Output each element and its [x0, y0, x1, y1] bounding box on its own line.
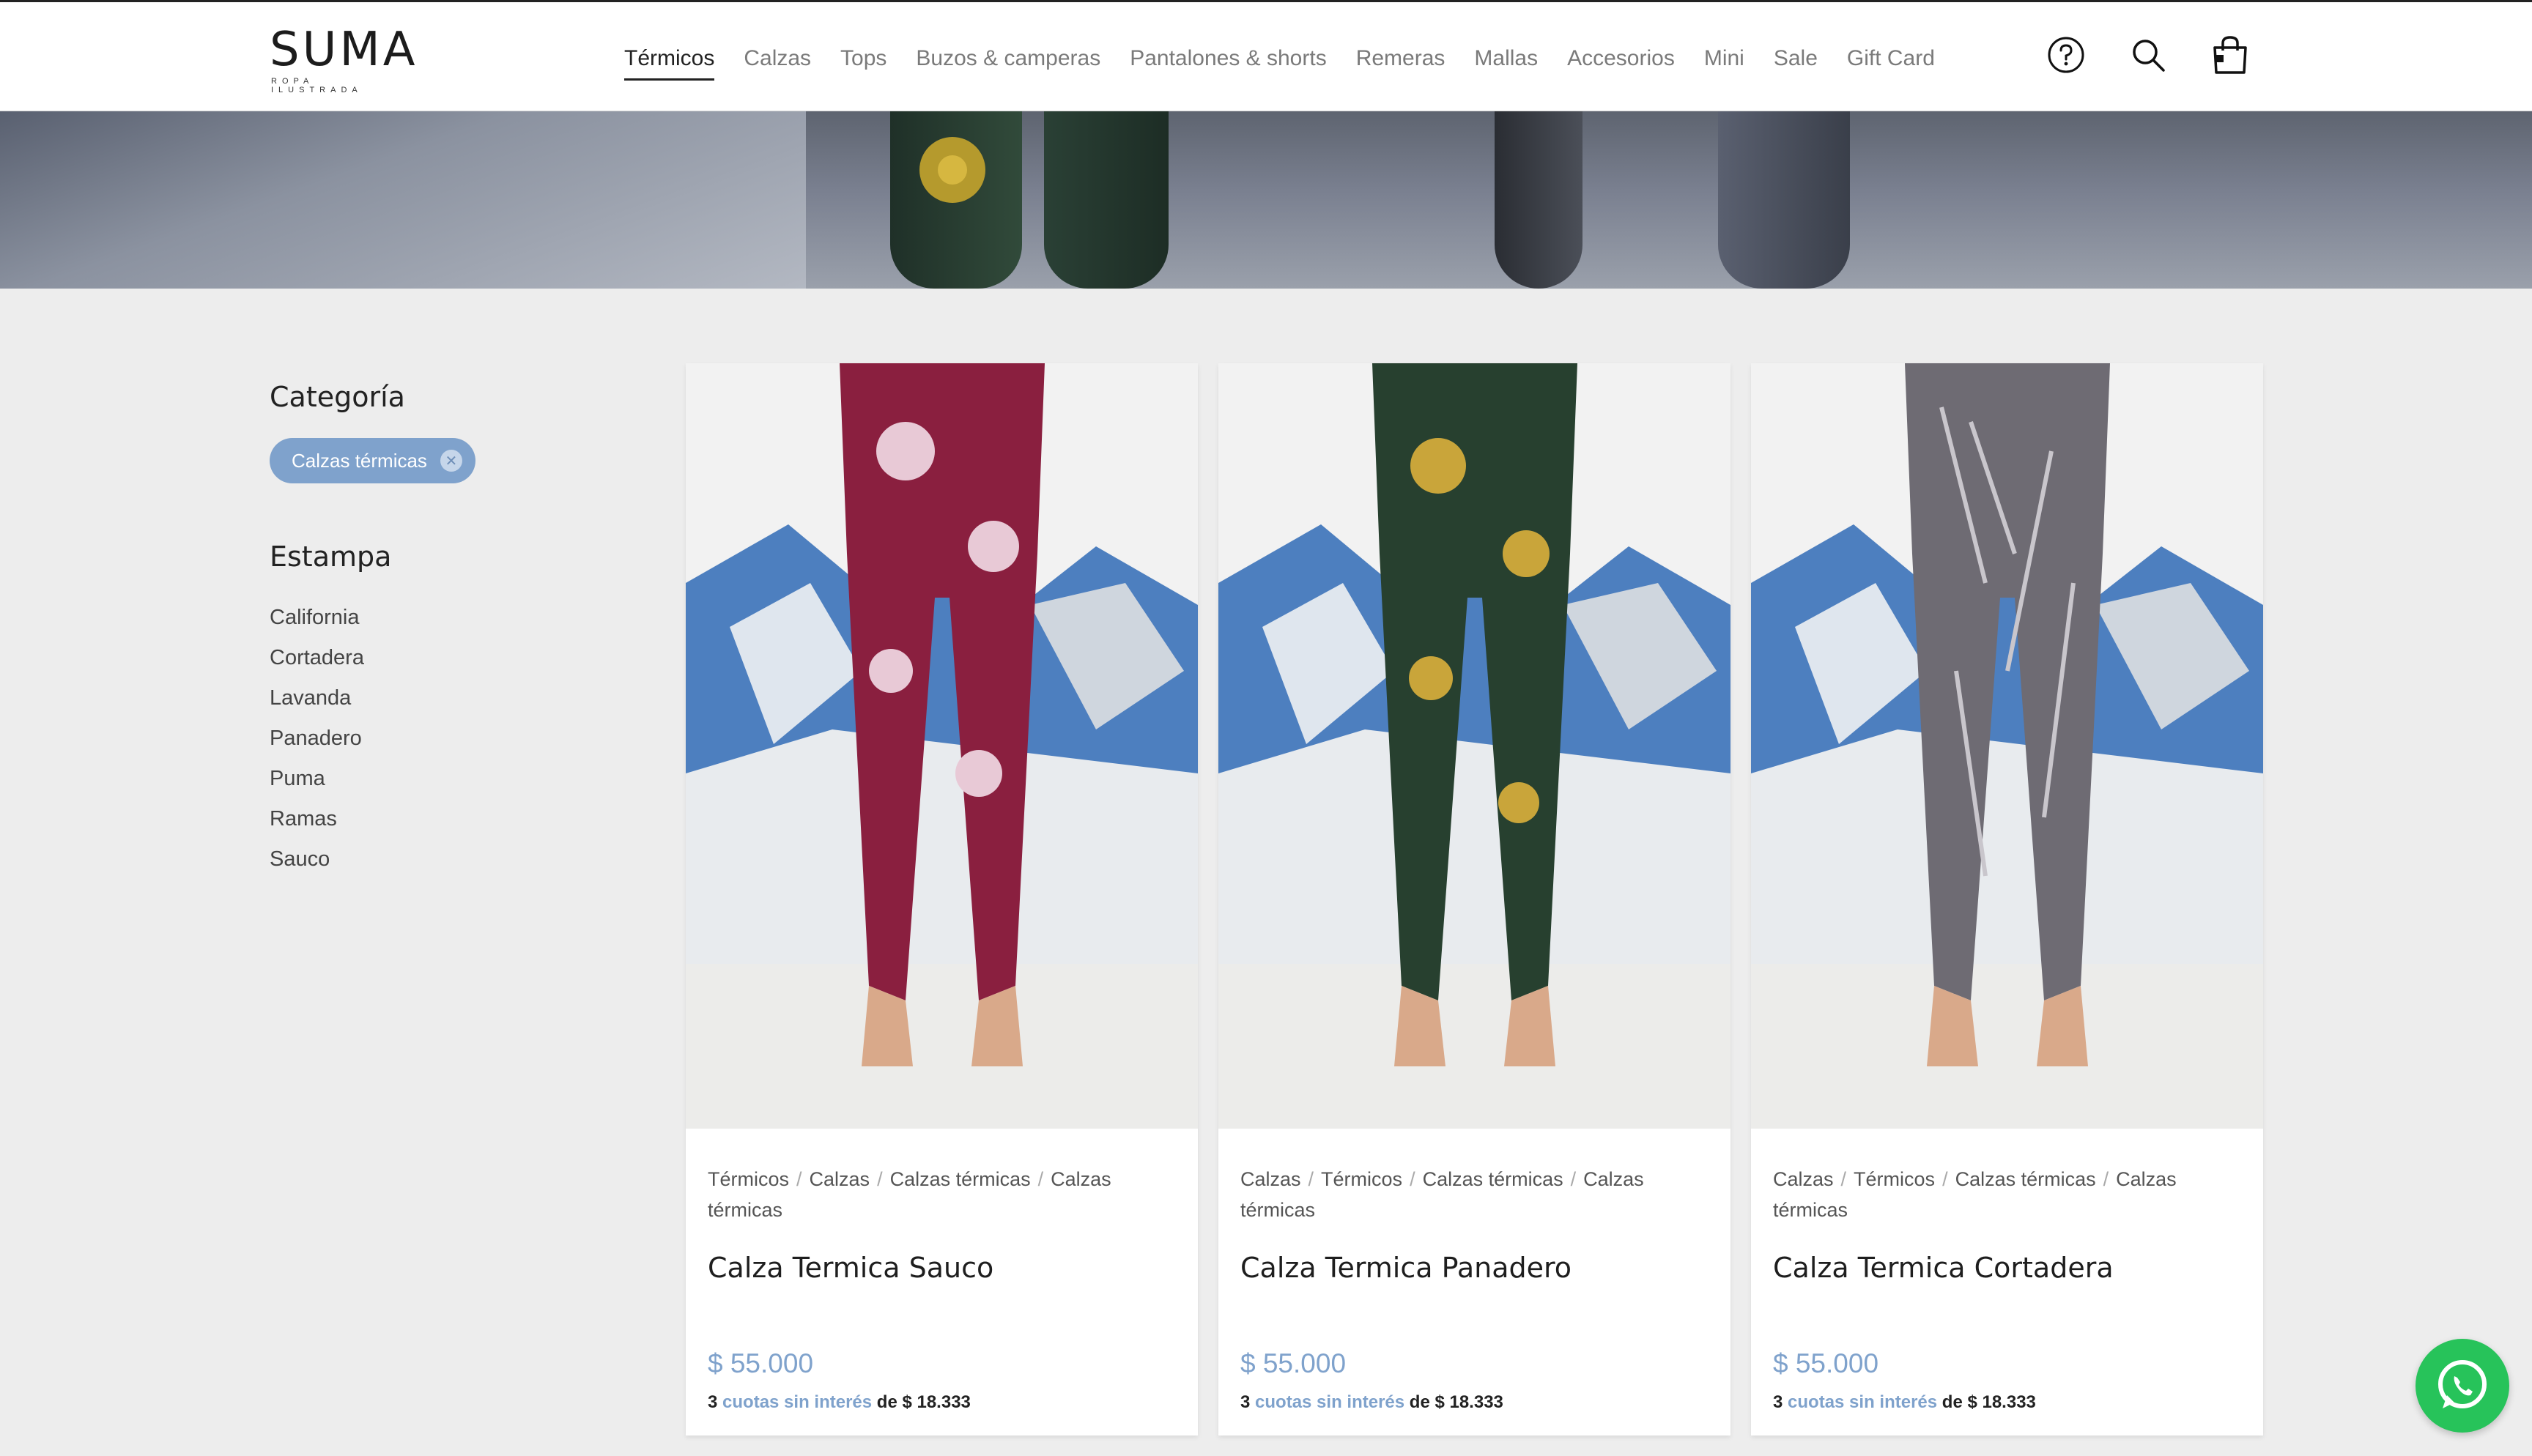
nav-buzos-camperas[interactable]: Buzos & camperas — [916, 39, 1100, 81]
product-breadcrumb: Calzas / Térmicos / Calzas térmicas / Calzas t… — [1773, 1168, 2177, 1221]
filters-sidebar: Categoría Calzas térmicas ✕ Estampa Cali… — [270, 381, 636, 880]
filter-chip-label: Calzas térmicas — [292, 449, 427, 472]
nav-tops[interactable]: Tops — [840, 39, 886, 81]
product-breadcrumb: Térmicos / Calzas / Calzas térmicas / Calzas t… — [708, 1168, 1111, 1221]
installments-count: 3 — [1773, 1392, 1783, 1412]
installments-amount: $ 18.333 — [902, 1392, 971, 1412]
help-icon[interactable] — [2044, 33, 2088, 77]
flower-pattern-icon — [919, 137, 985, 203]
whatsapp-icon — [2438, 1360, 2487, 1408]
nav-pantalones-shorts[interactable]: Pantalones & shorts — [1130, 39, 1327, 81]
hero-banner-image — [0, 111, 2532, 289]
estampa-item[interactable]: Panadero — [270, 718, 636, 759]
product-breadcrumb: Calzas / Térmicos / Calzas térmicas / Calzas t… — [1240, 1168, 1644, 1221]
installments-count: 3 — [708, 1392, 718, 1412]
crumb[interactable]: Térmicos — [1321, 1168, 1402, 1190]
hero-leg — [1495, 111, 1582, 289]
header-icons — [2044, 33, 2252, 77]
installments-amount: $ 18.333 — [1967, 1392, 2036, 1412]
product-image[interactable] — [1218, 363, 1730, 1129]
product-price: $ 55.000 — [1773, 1348, 1879, 1378]
product-price: $ 55.000 — [1240, 1348, 1347, 1378]
installments-amount: $ 18.333 — [1435, 1392, 1503, 1412]
estampa-item[interactable]: Sauco — [270, 839, 636, 880]
estampa-item[interactable]: Cortadera — [270, 638, 636, 678]
logo-tagline: ROPA ILUSTRADA — [271, 77, 363, 94]
product-card[interactable]: Térmicos / Calzas / Calzas térmicas / Calzas t… — [686, 363, 1198, 1435]
crumb[interactable]: Térmicos — [708, 1168, 789, 1190]
nav-calzas[interactable]: Calzas — [744, 39, 811, 81]
cart-icon[interactable] — [2208, 33, 2252, 77]
installments-de: de — [1941, 1392, 1963, 1412]
product-photo — [1218, 363, 1730, 1129]
estampa-title: Estampa — [270, 541, 392, 573]
category-title: Categoría — [270, 381, 405, 413]
crumb[interactable]: Calzas térmicas — [1955, 1168, 2096, 1190]
product-name[interactable]: Calza Termica Panadero — [1240, 1252, 1709, 1284]
product-grid: Térmicos / Calzas / Calzas térmicas / Calzas t… — [686, 363, 2263, 1435]
nav-termicos[interactable]: Térmicos — [624, 39, 715, 81]
whatsapp-button[interactable] — [2416, 1339, 2509, 1433]
active-filter-chip[interactable]: Calzas térmicas ✕ — [270, 438, 475, 483]
search-icon[interactable] — [2126, 33, 2170, 77]
estampa-list: California Cortadera Lavanda Panadero Pu… — [270, 598, 636, 880]
installments-de: de — [1409, 1392, 1430, 1412]
main-nav: Térmicos Calzas Tops Buzos & camperas Pa… — [624, 39, 1964, 81]
site-header: SUMA ROPA ILUSTRADA Térmicos Calzas Tops… — [0, 0, 2532, 111]
estampa-item[interactable]: Ramas — [270, 799, 636, 839]
logo-name: SUMA — [270, 23, 418, 77]
product-photo — [1751, 363, 2263, 1129]
installments-count: 3 — [1240, 1392, 1251, 1412]
crumb[interactable]: Calzas térmicas — [890, 1168, 1031, 1190]
product-name[interactable]: Calza Termica Sauco — [708, 1252, 1176, 1284]
product-price: $ 55.000 — [708, 1348, 814, 1378]
nav-accesorios[interactable]: Accesorios — [1567, 39, 1675, 81]
installments-text: cuotas sin interés — [722, 1392, 873, 1412]
crumb[interactable]: Calzas — [1773, 1168, 1834, 1190]
installments-text: cuotas sin interés — [1255, 1392, 1405, 1412]
product-image[interactable] — [1751, 363, 2263, 1129]
crumb[interactable]: Calzas — [1240, 1168, 1301, 1190]
estampa-item[interactable]: Lavanda — [270, 678, 636, 718]
crumb[interactable]: Calzas térmicas — [1423, 1168, 1563, 1190]
hero-leg — [1718, 111, 1850, 289]
nav-gift-card[interactable]: Gift Card — [1847, 39, 1935, 81]
nav-mini[interactable]: Mini — [1704, 39, 1744, 81]
installments-text: cuotas sin interés — [1788, 1392, 1938, 1412]
nav-sale[interactable]: Sale — [1774, 39, 1818, 81]
crumb[interactable]: Calzas — [810, 1168, 870, 1190]
product-card[interactable]: Calzas / Térmicos / Calzas térmicas / Calzas t… — [1218, 363, 1730, 1435]
nav-remeras[interactable]: Remeras — [1356, 39, 1445, 81]
product-photo — [686, 363, 1198, 1129]
installments-info: 3 cuotas sin interés de $ 18.333 — [1240, 1392, 1503, 1413]
nav-mallas[interactable]: Mallas — [1474, 39, 1538, 81]
hero-leg — [1044, 111, 1169, 289]
product-card[interactable]: Calzas / Térmicos / Calzas térmicas / Calzas t… — [1751, 363, 2263, 1435]
product-image[interactable] — [686, 363, 1198, 1129]
estampa-item[interactable]: Puma — [270, 759, 636, 799]
remove-filter-icon[interactable]: ✕ — [440, 450, 462, 472]
hero-snow — [0, 111, 806, 289]
installments-info: 3 cuotas sin interés de $ 18.333 — [1773, 1392, 2036, 1413]
installments-de: de — [876, 1392, 897, 1412]
crumb[interactable]: Térmicos — [1854, 1168, 1935, 1190]
brand-logo[interactable]: SUMA ROPA ILUSTRADA — [270, 23, 418, 94]
estampa-item[interactable]: California — [270, 598, 636, 638]
installments-info: 3 cuotas sin interés de $ 18.333 — [708, 1392, 971, 1413]
product-name[interactable]: Calza Termica Cortadera — [1773, 1252, 2241, 1284]
